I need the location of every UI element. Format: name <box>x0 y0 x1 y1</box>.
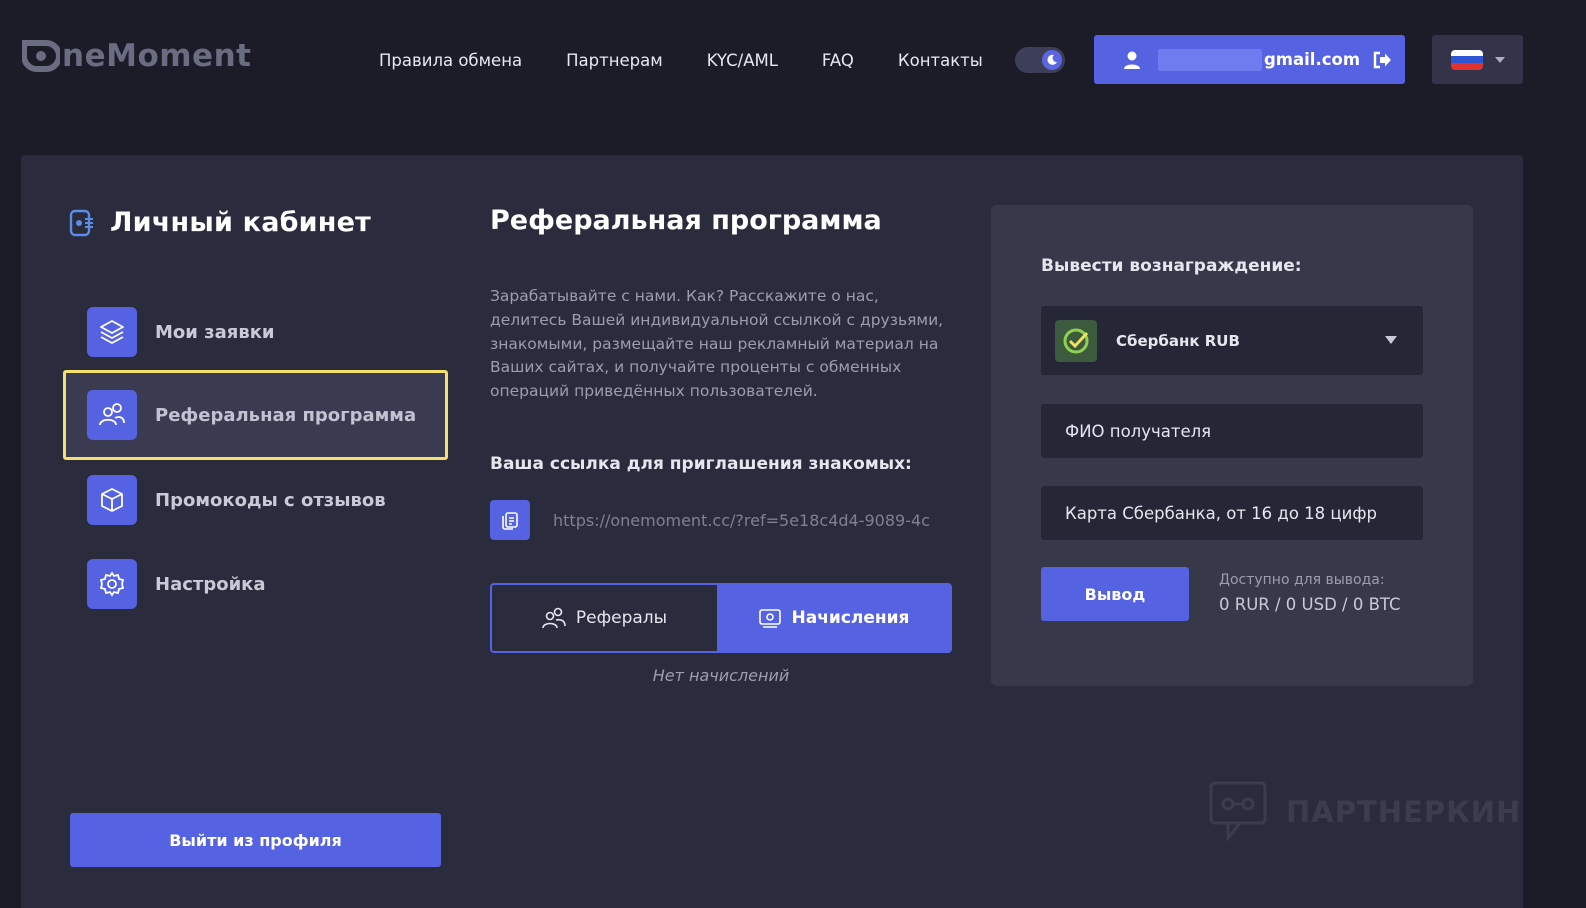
users-icon <box>87 390 137 440</box>
chevron-down-icon <box>1494 56 1505 63</box>
sidebar-item-label: Реферальная программа <box>155 404 417 426</box>
cabinet-title: Личный кабинет <box>68 207 371 238</box>
header: neMoment Правила обмена Партнерам KYC/AM… <box>0 0 1586 120</box>
sidebar-item-promocodes[interactable]: Промокоды с отзывов <box>63 455 448 545</box>
copy-link-button[interactable] <box>490 500 530 540</box>
nav-contacts[interactable]: Контакты <box>898 51 983 70</box>
tab-accruals[interactable]: Начисления <box>717 585 950 651</box>
logo-icon <box>22 40 60 72</box>
referral-link-label: Ваша ссылка для приглашения знакомых: <box>490 454 912 474</box>
layers-icon <box>87 307 137 357</box>
sidebar-item-referral[interactable]: Реферальная программа <box>63 370 448 460</box>
available-label: Доступно для вывода: <box>1219 572 1385 588</box>
available-balance: 0 RUR / 0 USD / 0 BTC <box>1219 595 1401 614</box>
cabinet-icon <box>69 209 93 236</box>
nav-partners[interactable]: Партнерам <box>566 51 663 70</box>
email-redacted <box>1158 48 1262 71</box>
wallet-icon <box>758 609 781 628</box>
withdraw-method-value: Сбербанк RUB <box>1116 331 1240 350</box>
users-icon <box>542 607 566 629</box>
card-number-field[interactable] <box>1041 486 1423 540</box>
sidebar-item-label: Мои заявки <box>155 321 275 343</box>
user-account-button[interactable]: gmail.com <box>1094 35 1405 84</box>
nav-kyc-aml[interactable]: KYC/AML <box>707 51 778 70</box>
logout-icon <box>1373 51 1392 68</box>
referral-description: Зарабатывайте с нами. Как? Расскажите о … <box>490 287 944 401</box>
logo[interactable]: neMoment <box>22 36 251 76</box>
tab-referrals[interactable]: Рефералы <box>492 585 717 651</box>
referral-link-field[interactable] <box>553 508 943 532</box>
theme-toggle[interactable] <box>1015 47 1065 73</box>
tab-label: Начисления <box>791 608 910 628</box>
withdraw-button[interactable]: Вывод <box>1041 567 1189 621</box>
sidebar-item-label: Настройка <box>155 573 266 595</box>
logo-text: neMoment <box>62 38 252 74</box>
empty-accruals-note: Нет начислений <box>652 666 790 685</box>
sidebar-item-label: Промокоды с отзывов <box>155 489 386 511</box>
referral-tabs: Рефералы Начисления <box>490 583 952 653</box>
box-icon <box>87 475 137 525</box>
sidebar-item-settings[interactable]: Настройка <box>63 539 448 629</box>
moon-icon <box>1042 50 1062 70</box>
gear-icon <box>87 559 137 609</box>
nav-faq[interactable]: FAQ <box>822 51 854 70</box>
page-title: Реферальная программа <box>490 205 882 236</box>
withdraw-method-select[interactable]: Сбербанк RUB <box>1041 306 1423 375</box>
watermark-text: ПАРТНЕРКИН <box>1286 795 1522 829</box>
russia-flag-icon <box>1450 49 1483 70</box>
sberbank-icon <box>1055 319 1097 362</box>
cabinet-heading: Личный кабинет <box>110 207 372 238</box>
sidebar-item-my-orders[interactable]: Мои заявки <box>63 287 448 377</box>
language-select[interactable] <box>1432 35 1523 84</box>
watermark: ПАРТНЕРКИН <box>1208 780 1521 844</box>
main-nav: Правила обмена Партнерам KYC/AML FAQ Кон… <box>379 48 983 72</box>
logout-button[interactable]: Выйти из профиля <box>70 813 441 867</box>
watermark-logo-icon <box>1209 781 1267 843</box>
user-email: gmail.com <box>1264 50 1361 69</box>
nav-exchange-rules[interactable]: Правила обмена <box>379 51 522 70</box>
user-icon <box>1124 51 1140 69</box>
recipient-name-field[interactable] <box>1041 404 1423 458</box>
chevron-down-icon <box>1385 336 1397 344</box>
withdraw-title: Вывести вознаграждение: <box>1041 256 1302 276</box>
copy-icon <box>502 512 518 530</box>
tab-label: Рефералы <box>575 608 668 628</box>
